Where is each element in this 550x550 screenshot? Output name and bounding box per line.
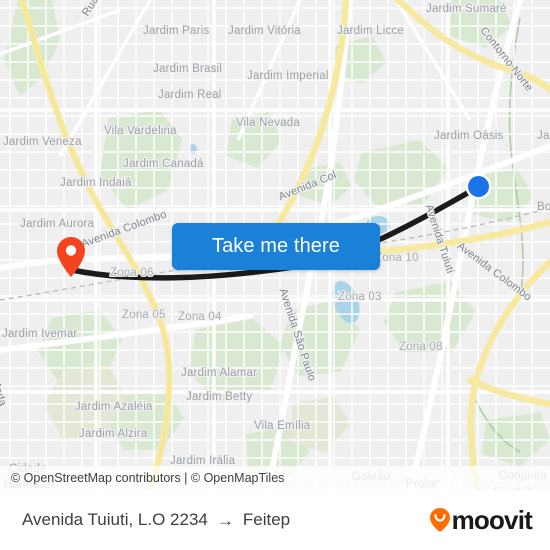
- attribution-text: © OpenStreetMap contributors | © OpenMap…: [11, 471, 285, 485]
- moovit-logo[interactable]: moovit: [429, 505, 533, 535]
- map-attribution: © OpenStreetMap contributors | © OpenMap…: [0, 466, 550, 490]
- trip-destination-label: Feitep: [242, 510, 291, 529]
- arrow-right-icon: →: [216, 510, 234, 530]
- moovit-wordmark: moovit: [451, 505, 533, 535]
- trip-origin-label: Avenida Tuiuti, L.O 2234: [22, 510, 208, 529]
- take-me-there-button[interactable]: Take me there: [172, 223, 380, 270]
- origin-marker[interactable]: [464, 172, 493, 201]
- map-canvas[interactable]: Rua Rodolfo CrenimJardim ParisJardim Vit…: [0, 0, 550, 490]
- moovit-pin-icon: [429, 507, 451, 533]
- trip-summary: Avenida Tuiuti, L.O 2234 → Feitep: [22, 510, 429, 530]
- map-share-card: Rua Rodolfo CrenimJardim ParisJardim Vit…: [0, 0, 550, 550]
- footer-bar: Avenida Tuiuti, L.O 2234 → Feitep moovit: [0, 490, 550, 550]
